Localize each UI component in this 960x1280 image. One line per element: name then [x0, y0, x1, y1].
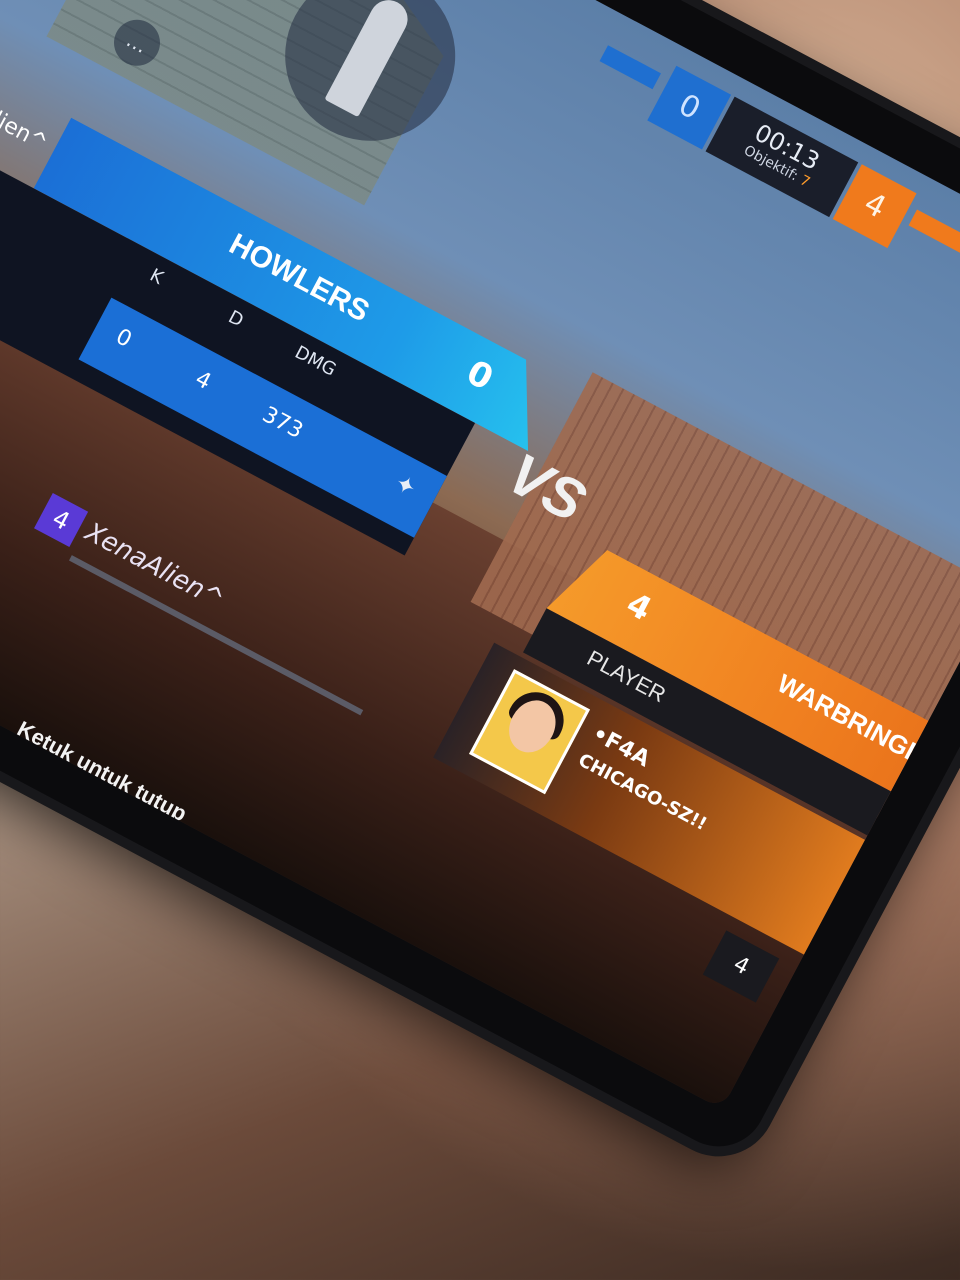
orange-progress-bar [908, 209, 960, 254]
match-timer-box: 00:13 Objektif: 7 [705, 96, 859, 218]
rank-badge-icon: ✦ [390, 468, 421, 503]
kills-header-orange: K [884, 806, 905, 831]
objective-value: 7 [797, 172, 813, 191]
howlers-team-score: 0 [459, 352, 500, 399]
blue-progress-bar [599, 45, 661, 90]
blue-player-name: naAlien^ [0, 87, 52, 157]
damage-value: 373 [258, 402, 307, 444]
warbringer-team-score: 4 [620, 584, 658, 629]
avatar [469, 669, 591, 795]
kills-value: 0 [111, 324, 136, 353]
deaths-value: 4 [190, 366, 216, 396]
